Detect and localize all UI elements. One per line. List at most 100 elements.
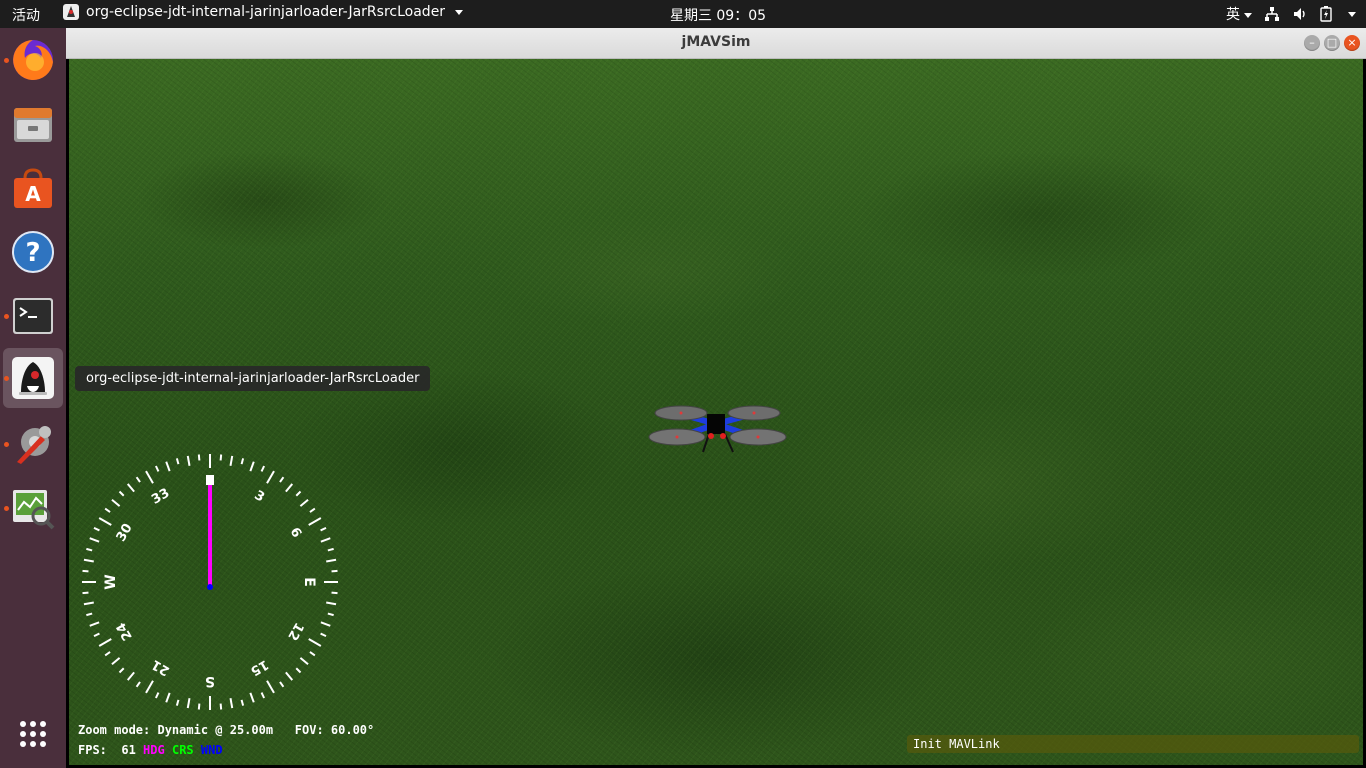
volume-icon[interactable] xyxy=(1292,6,1308,22)
dock-tooltip: org-eclipse-jdt-internal-jarinjarloader-… xyxy=(75,366,431,391)
simulation-viewport[interactable]: E S W 3 6 12 15 21 24 30 33 Zoom mode: Dynamic @ 2… xyxy=(69,59,1363,765)
clock[interactable]: 星期三 09：05 xyxy=(0,5,1366,25)
chevron-down-icon xyxy=(1244,12,1252,18)
compass-label: 30 xyxy=(114,521,136,544)
compass-tick xyxy=(82,591,89,595)
compass-tick xyxy=(229,455,234,466)
compass-tick xyxy=(326,558,337,563)
compass-label: 33 xyxy=(149,486,172,508)
compass-tick xyxy=(165,461,171,472)
dock-item-monitor[interactable] xyxy=(3,478,63,538)
dock-item-help[interactable]: ? xyxy=(3,222,63,282)
compass-tick xyxy=(295,490,302,497)
compass-tick xyxy=(135,681,141,688)
compass-label: S xyxy=(205,673,215,689)
dock-item-show-applications[interactable] xyxy=(3,704,63,764)
compass-tick xyxy=(309,507,316,513)
jmavsim-window: jMAVSim – □ × E S W 3 6 12 15 21 24 30 33 xyxy=(66,28,1366,768)
compass-label: 24 xyxy=(114,620,136,643)
compass-tick xyxy=(145,680,154,694)
compass-tick xyxy=(135,476,141,483)
compass-tick xyxy=(145,470,154,484)
dock-item-software[interactable]: A xyxy=(3,158,63,218)
system-tray[interactable]: 英 xyxy=(1226,4,1356,24)
compass-tick xyxy=(175,458,180,465)
compass-tick xyxy=(86,547,93,552)
compass-tick xyxy=(320,632,327,638)
compass-tick xyxy=(83,601,94,606)
compass-tick xyxy=(309,651,316,657)
dock-item-files[interactable] xyxy=(3,94,63,154)
input-method-indicator[interactable]: 英 xyxy=(1226,4,1252,24)
compass-tick xyxy=(86,612,93,617)
compass-tick xyxy=(98,638,112,647)
running-indicator xyxy=(4,58,9,63)
compass-tick xyxy=(260,692,266,699)
compass-tick xyxy=(197,703,201,710)
software-center-icon: A xyxy=(14,168,52,208)
compass-tick xyxy=(229,698,234,709)
compass-tick xyxy=(295,667,302,674)
compass-tick xyxy=(118,667,125,674)
fps-label: FPS: xyxy=(78,743,107,757)
compass-tick xyxy=(111,498,121,507)
compass-overlay: E S W 3 6 12 15 21 24 30 33 xyxy=(82,454,338,710)
compass-label: 21 xyxy=(149,656,172,678)
compass-tick xyxy=(320,621,331,627)
help-icon: ? xyxy=(12,231,54,273)
compass-label: E xyxy=(301,577,317,587)
system-menu-chevron-icon[interactable] xyxy=(1348,11,1356,17)
fps-text: FPS: 61 HDG CRS WND xyxy=(78,743,223,757)
wnd-legend: WND xyxy=(200,743,223,757)
compass-tick xyxy=(331,591,338,595)
compass-tick xyxy=(326,601,337,606)
minimize-icon: – xyxy=(1309,36,1315,49)
compass-tick xyxy=(260,465,266,472)
compass-tick xyxy=(285,671,294,681)
compass-tick xyxy=(104,651,111,657)
app-grid-icon xyxy=(20,721,46,747)
compass-tick xyxy=(320,526,327,532)
dock-item-terminal[interactable] xyxy=(3,286,63,346)
status-message: Init MAVLink xyxy=(907,735,1359,753)
dock-item-firefox[interactable] xyxy=(3,30,63,90)
network-icon[interactable] xyxy=(1264,6,1280,22)
close-icon: × xyxy=(1347,36,1357,49)
close-button[interactable]: × xyxy=(1344,35,1360,51)
compass-tick xyxy=(240,458,245,465)
compass-tick xyxy=(249,692,255,703)
fps-value: 61 xyxy=(121,743,136,757)
window-title: jMAVSim xyxy=(681,34,751,50)
compass-tick xyxy=(240,699,245,706)
compass-tick xyxy=(219,703,223,710)
tools-icon xyxy=(17,426,51,464)
compass-tick xyxy=(308,517,322,526)
compass-tick xyxy=(89,537,100,543)
compass-tick xyxy=(89,621,100,627)
compass-label: 6 xyxy=(287,525,305,540)
compass-tick xyxy=(299,657,309,666)
compass-label: 12 xyxy=(284,620,306,643)
dock-item-tools[interactable] xyxy=(3,414,63,474)
hdg-legend: HDG xyxy=(143,743,165,757)
top-bar: 活动 org-eclipse-jdt-internal-jarinjarload… xyxy=(0,0,1366,28)
maximize-button[interactable]: □ xyxy=(1324,35,1340,51)
wind-marker xyxy=(207,584,213,590)
minimize-button[interactable]: – xyxy=(1304,35,1320,51)
compass-tick xyxy=(331,569,338,573)
compass-tick xyxy=(82,569,89,573)
compass-label: 3 xyxy=(252,488,267,506)
compass-tick xyxy=(93,526,100,532)
svg-text:?: ? xyxy=(25,238,40,268)
compass-tick xyxy=(98,517,112,526)
compass-tick xyxy=(104,507,111,513)
dock-item-java[interactable] xyxy=(3,348,63,408)
compass-tick xyxy=(219,454,223,461)
zoom-mode-value: Zoom mode: Dynamic @ 25.00m xyxy=(78,723,274,737)
window-titlebar[interactable]: jMAVSim – □ × xyxy=(66,28,1366,59)
compass-tick xyxy=(266,680,275,694)
svg-text:A: A xyxy=(25,182,41,206)
compass-tick xyxy=(266,470,275,484)
fov-value: FOV: 60.00° xyxy=(294,723,375,737)
battery-icon[interactable] xyxy=(1320,6,1332,22)
